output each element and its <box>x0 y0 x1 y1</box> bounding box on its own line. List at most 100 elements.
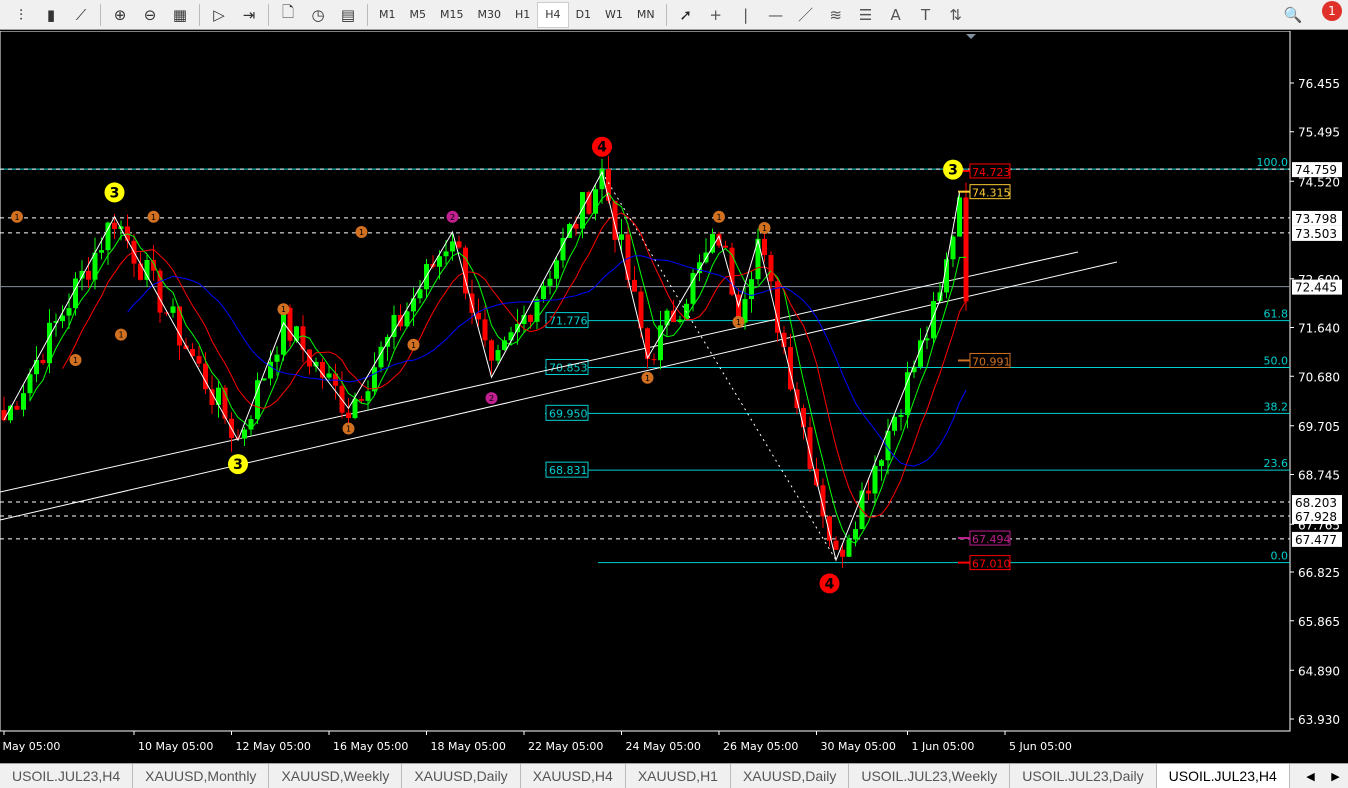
new-chart-icon[interactable]: 🗋 <box>273 2 303 28</box>
candle-body <box>905 372 910 416</box>
horizontal-line-icon[interactable]: — <box>761 2 791 28</box>
candle-body <box>450 241 455 252</box>
vertical-line-icon[interactable]: | <box>731 2 761 28</box>
price-level-label: 72.445 <box>1295 281 1337 295</box>
candle-body <box>248 419 254 430</box>
candlestick-icon[interactable]: ▮ <box>36 2 66 28</box>
candle-body <box>879 460 884 467</box>
candle-body <box>541 285 546 300</box>
candle-body <box>482 319 488 341</box>
minor-wave-label: 1 <box>281 305 286 314</box>
timeframe-m15[interactable]: M15 <box>433 2 471 28</box>
zoom-out-icon[interactable]: ⊖ <box>135 2 165 28</box>
candle-body <box>242 429 247 439</box>
minor-wave-label: 1 <box>716 213 721 222</box>
timeframe-h4[interactable]: H4 <box>537 1 569 28</box>
chart-tab[interactable]: XAUUSD,Daily <box>731 764 850 788</box>
chart-tab[interactable]: XAUUSD,Weekly <box>269 764 403 788</box>
time-tick-label: 22 May 05:00 <box>528 740 603 753</box>
minor-wave-label: 1 <box>346 425 351 434</box>
crosshair-icon[interactable]: + <box>701 2 731 28</box>
chart-tab[interactable]: XAUUSD,H1 <box>626 764 731 788</box>
wave-label: 3 <box>948 163 958 179</box>
fib-channel-icon[interactable]: ≋ <box>821 2 851 28</box>
bar-chart-icon[interactable]: ⫶ <box>6 2 36 28</box>
templates-icon[interactable]: ▤ <box>333 2 363 28</box>
timeframe-m1[interactable]: M1 <box>372 2 403 28</box>
minor-wave-label: 1 <box>118 331 123 340</box>
candle-body <box>320 361 325 378</box>
fib-value-label: 70.853 <box>549 361 588 374</box>
chart-shift-icon[interactable]: ⇥ <box>234 2 264 28</box>
candle-body <box>112 222 117 229</box>
time-tick-label: 5 Jun 05:00 <box>1009 740 1072 753</box>
candle-body <box>651 359 657 361</box>
text-icon[interactable]: A <box>881 2 911 28</box>
timeframe-m30[interactable]: M30 <box>471 2 509 28</box>
candle-body <box>489 340 494 361</box>
price-tag-label: 74.315 <box>972 187 1011 200</box>
candle-body <box>21 393 26 410</box>
candle-body <box>352 398 358 419</box>
candle-body <box>40 359 46 364</box>
timeframe-m5[interactable]: M5 <box>403 2 434 28</box>
time-tick-label: 16 May 05:00 <box>333 740 408 753</box>
periods-icon[interactable]: ◷ <box>303 2 333 28</box>
chart-tab[interactable]: USOIL.JUL23,H4 <box>1156 764 1290 788</box>
fib-retracement-icon[interactable]: ☰ <box>851 2 881 28</box>
chart-tab[interactable]: USOIL.JUL23,Daily <box>1010 764 1157 788</box>
line-chart-icon[interactable]: ⟋ <box>66 2 96 28</box>
candle-body <box>1 410 7 421</box>
tab-scroll-left-icon[interactable]: ◀ <box>1306 770 1314 783</box>
candle-body <box>924 338 930 341</box>
candle-body <box>580 192 585 229</box>
timeframe-mn[interactable]: MN <box>630 2 662 28</box>
candle-body <box>619 234 624 240</box>
fib-value-label: 68.831 <box>549 464 588 477</box>
time-tick-label: 12 May 05:00 <box>236 740 311 753</box>
notification-badge[interactable]: 1 <box>1322 1 1342 21</box>
candle-body <box>47 322 52 364</box>
timeframe-d1[interactable]: D1 <box>569 2 598 28</box>
time-tick-label: 24 May 05:00 <box>626 740 701 753</box>
chart-tab[interactable]: XAUUSD,H4 <box>521 764 626 788</box>
candle-body <box>27 374 33 394</box>
candle-body <box>73 278 78 309</box>
candle-body <box>768 255 774 282</box>
tab-scroll-right-icon[interactable]: ▶ <box>1331 770 1339 783</box>
candle-body <box>105 222 111 251</box>
text-label-icon[interactable]: T <box>911 2 941 28</box>
timeframe-h1[interactable]: H1 <box>508 2 537 28</box>
trendline-icon[interactable]: ／ <box>791 2 821 28</box>
candle-body <box>508 332 514 341</box>
candle-body <box>170 306 176 313</box>
autoscroll-icon[interactable]: ▷ <box>204 2 234 28</box>
search-icon[interactable]: 🔍 <box>1278 2 1308 28</box>
zoom-in-icon[interactable]: ⊕ <box>105 2 135 28</box>
chart-tab[interactable]: XAUUSD,Daily <box>402 764 521 788</box>
time-tick-label: 8 May 05:00 <box>0 740 60 753</box>
chart-tab[interactable]: USOIL.JUL23,H4 <box>0 764 134 788</box>
price-tick-label: 70.680 <box>1298 370 1340 384</box>
minor-wave-label: 2 <box>489 394 494 403</box>
price-level-label: 68.203 <box>1295 496 1337 510</box>
candle-body <box>762 238 767 256</box>
price-tick-label: 71.640 <box>1298 322 1340 336</box>
candle-body <box>359 398 364 401</box>
price-chart[interactable]: 100.0 61.8 71.776 50.0 70.853 38.2 69.950 23.6 6… <box>0 31 1348 761</box>
minor-wave-label: 1 <box>14 213 19 222</box>
chart-tab[interactable]: XAUUSD,Monthly <box>133 764 270 788</box>
timeframe-w1[interactable]: W1 <box>598 2 630 28</box>
candle-body <box>268 361 273 379</box>
time-tick-label: 26 May 05:00 <box>723 740 798 753</box>
minor-wave-label: 1 <box>736 318 741 327</box>
candle-body <box>34 359 39 375</box>
minor-wave-label: 2 <box>450 213 455 222</box>
candle-body <box>775 281 780 333</box>
price-tick-label: 63.930 <box>1298 713 1340 727</box>
chart-tab[interactable]: USOIL.JUL23,Weekly <box>849 764 1011 788</box>
arrows-icon[interactable]: ⇅ <box>941 2 971 28</box>
tile-windows-icon[interactable]: ▦ <box>165 2 195 28</box>
cursor-icon[interactable]: ➚ <box>671 2 701 28</box>
price-tick-label: 75.495 <box>1298 126 1340 140</box>
